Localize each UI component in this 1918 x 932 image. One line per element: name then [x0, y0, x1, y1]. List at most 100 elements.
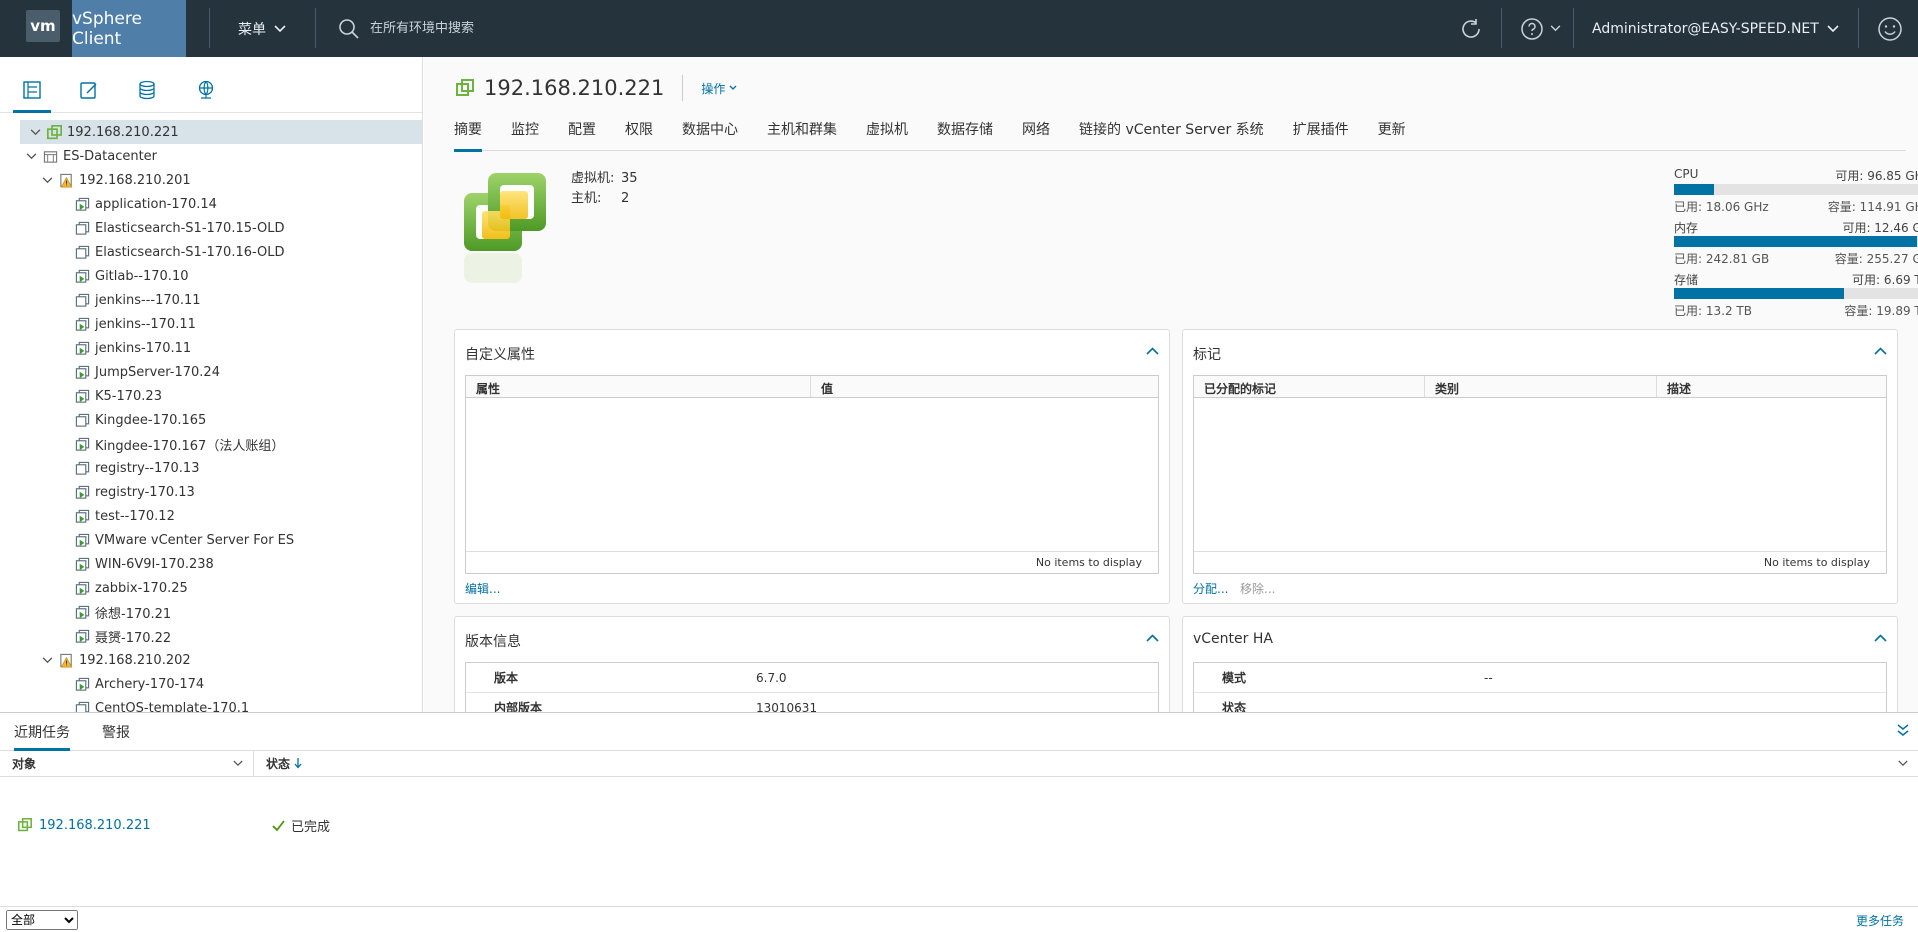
tree-node-icon — [74, 340, 90, 356]
object-tab[interactable]: 监控 — [511, 119, 539, 151]
column-status[interactable]: 状态 — [254, 751, 1918, 776]
global-search[interactable] — [338, 0, 670, 57]
tab-alarms[interactable]: 警报 — [102, 722, 130, 750]
column-object-label: 对象 — [12, 757, 37, 771]
vcenter-icon — [46, 124, 62, 139]
tree-node[interactable]: ES-Datacenter — [0, 144, 422, 168]
feedback-button[interactable] — [1877, 0, 1903, 57]
tree-node[interactable]: Elasticsearch-S1-170.16-OLD — [0, 240, 422, 264]
tree-node[interactable]: application-170.14 — [0, 192, 422, 216]
column-header[interactable]: 描述 — [1657, 376, 1886, 397]
chevron-down-icon[interactable] — [1898, 760, 1908, 767]
check-icon — [272, 819, 285, 831]
meter-used: 已用: 18.06 GHz — [1674, 200, 1769, 214]
collapse-pane-button[interactable] — [1896, 723, 1910, 741]
object-tab[interactable]: 扩展插件 — [1293, 119, 1349, 151]
object-tab[interactable]: 网络 — [1022, 119, 1050, 151]
tree-toggle[interactable] — [28, 125, 42, 139]
tree-node[interactable]: Elasticsearch-S1-170.15-OLD — [0, 216, 422, 240]
column-header[interactable]: 类别 — [1425, 376, 1657, 397]
tab-vms-and-templates[interactable] — [76, 77, 102, 103]
collapse-button[interactable] — [1146, 344, 1159, 359]
tab-storage[interactable] — [134, 77, 160, 103]
version-row: 版本 6.7.0 — [466, 663, 1158, 693]
task-status-text: 已完成 — [291, 819, 331, 835]
host-count-label: 主机: — [571, 191, 602, 206]
tree-node[interactable]: 聂赟-170.22 — [0, 624, 422, 648]
tree-node[interactable]: test--170.12 — [0, 504, 422, 528]
object-tab[interactable]: 数据存储 — [937, 119, 993, 151]
object-tab[interactable]: 数据中心 — [682, 119, 738, 151]
column-header[interactable]: 值 — [811, 376, 1158, 397]
tree-node-icon — [74, 604, 90, 620]
tree-toggle — [56, 509, 70, 523]
task-object-link[interactable]: 192.168.210.221 — [39, 818, 151, 833]
refresh-button[interactable] — [1459, 0, 1483, 57]
tab-hosts-and-clusters[interactable] — [13, 77, 51, 113]
task-filter-select[interactable]: 全部 — [6, 910, 78, 930]
tree-node[interactable]: registry--170.13 — [0, 456, 422, 480]
tree-node-icon — [74, 364, 90, 380]
meter-capacity: 容量: 255.27 GB — [1834, 252, 1918, 266]
collapse-button[interactable] — [1874, 344, 1887, 359]
column-object[interactable]: 对象 — [0, 751, 254, 776]
meter-top-row: 存储 可用: 6.69 TB — [1674, 271, 1918, 287]
assign-link[interactable]: 分配... — [1193, 580, 1228, 597]
object-tab[interactable]: 链接的 vCenter Server 系统 — [1079, 119, 1264, 151]
tree-node[interactable]: jenkins---170.11 — [0, 288, 422, 312]
object-tab[interactable]: 更新 — [1378, 119, 1406, 151]
tree-node[interactable]: 192.168.210.202 — [0, 648, 422, 672]
actions-menu[interactable]: 操作 — [701, 80, 737, 97]
tree-node[interactable]: 192.168.210.201 — [0, 168, 422, 192]
column-header[interactable]: 属性 — [466, 376, 811, 397]
tree-node[interactable]: zabbix-170.25 — [0, 576, 422, 600]
search-input[interactable] — [370, 21, 670, 36]
tree-toggle[interactable] — [40, 173, 54, 187]
tree-node[interactable]: Kingdee-170.165 — [0, 408, 422, 432]
user-menu[interactable]: Administrator@EASY-SPEED.NET — [1592, 0, 1839, 57]
column-header[interactable]: 已分配的标记 — [1194, 376, 1425, 397]
ha-mode-value: -- — [1484, 670, 1493, 685]
vmware-logo[interactable]: vm — [26, 10, 60, 42]
chevron-down-icon — [42, 176, 52, 183]
tree-toggle[interactable] — [24, 149, 38, 163]
tree-toggle — [56, 413, 70, 427]
menu-button[interactable]: 菜单 — [238, 0, 286, 57]
tree-node[interactable]: VMware vCenter Server For ES — [0, 528, 422, 552]
tree-node[interactable]: Kingdee-170.167（法人账组） — [0, 432, 422, 456]
object-tab[interactable]: 摘要 — [454, 119, 482, 152]
grid-empty-message: No items to display — [1194, 551, 1886, 573]
tab-recent-tasks[interactable]: 近期任务 — [14, 722, 70, 751]
object-tab[interactable]: 权限 — [625, 119, 653, 151]
meter-bottom-row: 已用: 242.81 GB 容量: 255.27 GB — [1674, 250, 1918, 266]
collapse-button[interactable] — [1874, 631, 1887, 646]
more-tasks-link[interactable]: 更多任务 — [1856, 912, 1904, 929]
help-menu[interactable] — [1520, 0, 1561, 57]
tree-node[interactable]: 徐想-170.21 — [0, 600, 422, 624]
tree-node[interactable]: Archery-170-174 — [0, 672, 422, 696]
object-tab[interactable]: 主机和群集 — [767, 119, 837, 151]
edit-link[interactable]: 编辑... — [465, 580, 500, 597]
tree-node[interactable]: 192.168.210.221 — [20, 120, 422, 144]
tree-node[interactable]: Gitlab--170.10 — [0, 264, 422, 288]
hosts-clusters-icon — [23, 81, 41, 99]
tree-node[interactable]: jenkins-170.11 — [0, 336, 422, 360]
tab-networking[interactable] — [193, 77, 219, 103]
grid-header: 已分配的标记 类别 描述 — [1194, 376, 1886, 398]
tree-node[interactable]: registry-170.13 — [0, 480, 422, 504]
tree-node[interactable]: K5-170.23 — [0, 384, 422, 408]
task-object[interactable]: 192.168.210.221 — [18, 818, 151, 833]
tree-toggle[interactable] — [40, 653, 54, 667]
tree-node[interactable]: WIN-6V9I-170.238 — [0, 552, 422, 576]
meter-free: 可用: 96.85 GHz — [1835, 169, 1918, 183]
tree-node[interactable]: jenkins--170.11 — [0, 312, 422, 336]
ha-state-label: 状态 — [1222, 701, 1247, 712]
vm-powered-on-icon — [75, 605, 89, 619]
chevron-down-icon[interactable] — [233, 760, 243, 767]
object-tab[interactable]: 配置 — [568, 119, 596, 151]
app-title[interactable]: vSphere Client — [72, 0, 186, 57]
object-tab[interactable]: 虚拟机 — [866, 119, 908, 151]
chevron-down-icon — [729, 85, 737, 90]
collapse-button[interactable] — [1146, 631, 1159, 646]
tree-node[interactable]: JumpServer-170.24 — [0, 360, 422, 384]
